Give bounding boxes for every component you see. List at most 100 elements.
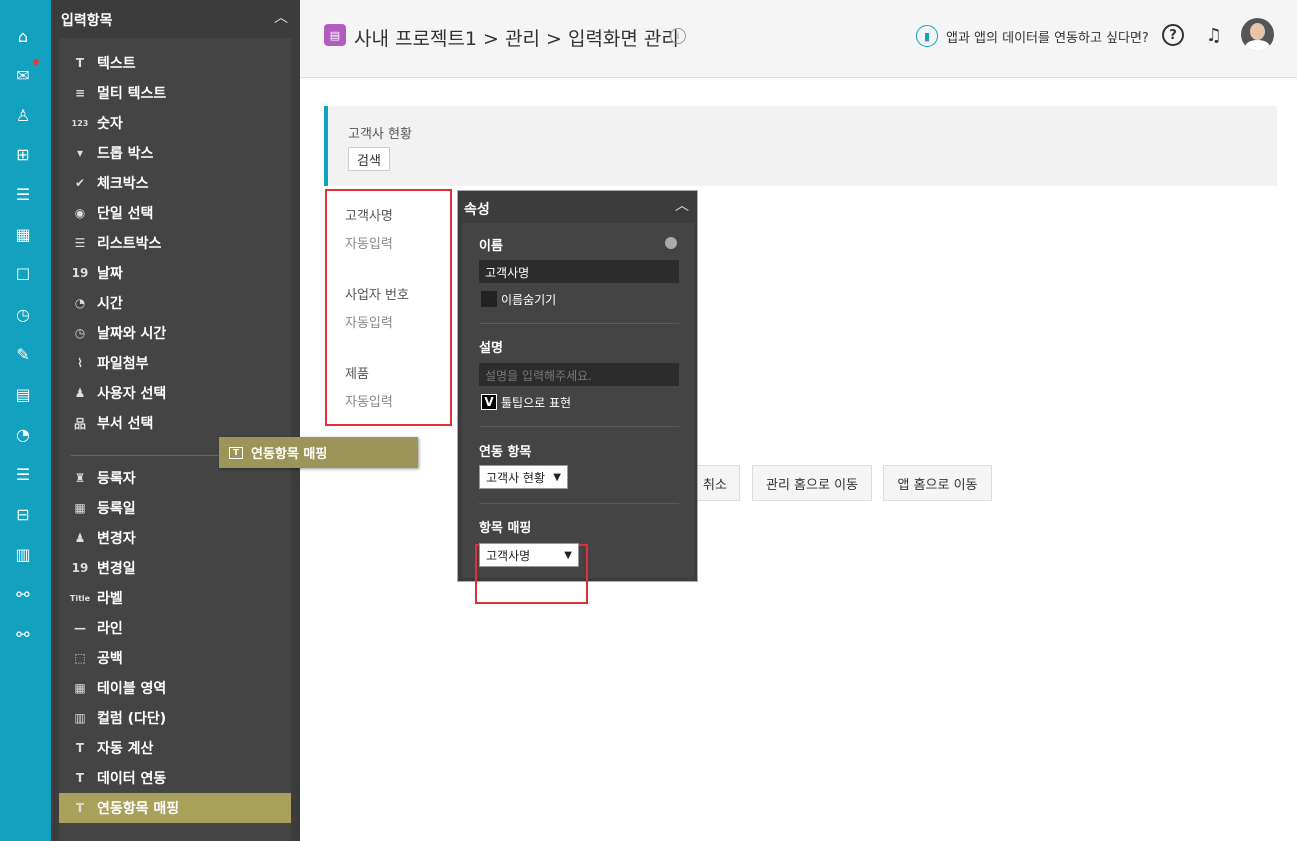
reg-date-icon: ▦ — [74, 501, 86, 515]
palette-item[interactable]: ▾ 드롭 박스 — [59, 138, 291, 168]
palette-item[interactable]: ≡ 멀티 텍스트 — [59, 78, 291, 108]
field-value[interactable]: 자동입력 — [345, 233, 393, 252]
checkbox-icon: ✔ — [74, 176, 86, 190]
bookmark-icon: ▮ — [916, 25, 938, 47]
data-link-icon: T — [75, 771, 85, 785]
briefcase-icon[interactable]: ⊟ — [12, 503, 34, 525]
palette-item[interactable]: ▥ 컬럼 (다단) — [59, 703, 291, 733]
columns-icon: ▥ — [74, 711, 86, 725]
palette-item[interactable]: 123 숫자 — [59, 108, 291, 138]
field-value[interactable]: 자동입력 — [345, 312, 393, 331]
home-icon[interactable]: ⌂ — [12, 25, 34, 47]
grid-icon[interactable]: ⊞ — [12, 143, 34, 165]
palette-item-label: 연동항목 매핑 — [97, 801, 180, 817]
palette-header[interactable]: 입력항목 ︿ — [51, 0, 300, 38]
field-label: 고객사명 — [345, 209, 393, 224]
palette-item[interactable]: ⬚ 공백 — [59, 643, 291, 673]
field-label: 제품 — [345, 367, 369, 382]
mail-icon[interactable]: ✉ — [12, 64, 34, 86]
calendar-icon[interactable]: ▦ — [12, 223, 34, 245]
help-icon[interactable]: ? — [1162, 24, 1184, 46]
list-icon[interactable]: ☰ — [12, 183, 34, 205]
status-dot-icon — [665, 237, 677, 249]
table-icon: ▦ — [74, 681, 86, 695]
avatar-face — [1250, 23, 1265, 40]
pie-chart-icon[interactable]: ◔ — [12, 423, 34, 445]
palette-item[interactable]: ▦ 테이블 영역 — [59, 673, 291, 703]
app-home-button[interactable]: 앱 홈으로 이동 — [883, 465, 992, 501]
chat-icon[interactable]: ☐ — [12, 263, 34, 285]
tooltip-checkbox[interactable]: V — [481, 394, 497, 410]
palette-item-label: 리스트박스 — [97, 236, 162, 252]
drag-ghost-mapping[interactable]: T 연동항목 매핑 — [219, 437, 418, 468]
link-item-label: 연동 항목 — [479, 445, 532, 460]
link-item-select[interactable]: 고객사 현황 ▼ — [479, 465, 568, 489]
properties-panel: 속성 ︿ 이름 고객사명 이름숨기기 설명 설명을 입력해주세요. V 툴팁으로… — [457, 190, 698, 604]
integration-help-link[interactable]: ▮ 앱과 앱의 데이터를 연동하고 싶다면? — [916, 24, 1149, 48]
palette-item-label: 등록자 — [97, 471, 136, 487]
palette-item[interactable]: T 자동 계산 — [59, 733, 291, 763]
mapped-fields-box[interactable]: 고객사명 자동입력 사업자 번호 자동입력 제품 자동입력 — [325, 189, 452, 426]
palette-item-label: 라인 — [97, 621, 123, 637]
document-icon[interactable]: ▤ — [12, 383, 34, 405]
palette-item-label: 등록일 — [97, 501, 136, 517]
palette-item[interactable]: ◉ 단일 선택 — [59, 198, 291, 228]
search-button[interactable]: 검색 — [348, 147, 390, 171]
hide-name-label: 이름숨기기 — [501, 293, 557, 307]
properties-header[interactable]: 속성 ︿ — [458, 191, 697, 223]
palette-item[interactable]: ◔ 시간 — [59, 288, 291, 318]
breadcrumb: 사내 프로젝트1 > 관리 > 입력화면 관리 — [354, 28, 679, 50]
palette-item[interactable]: 19 변경일 — [59, 553, 291, 583]
user-icon[interactable]: ♙ — [12, 104, 34, 126]
link-item-value: 고객사 현황 — [486, 470, 546, 485]
chevron-up-icon[interactable]: ︿ — [274, 7, 288, 27]
palette-item[interactable]: ♟ 사용자 선택 — [59, 378, 291, 408]
divider — [479, 323, 679, 324]
palette-item[interactable]: ☰ 리스트박스 — [59, 228, 291, 258]
avatar[interactable] — [1241, 18, 1274, 51]
link-icon[interactable]: ⚯ — [12, 583, 34, 605]
palette-item[interactable]: T 연동항목 매핑 — [59, 793, 291, 823]
integration-help-text: 앱과 앱의 데이터를 연동하고 싶다면? — [946, 30, 1149, 46]
name-input[interactable]: 고객사명 — [479, 260, 679, 283]
palette-item[interactable]: ⌇ 파일첨부 — [59, 348, 291, 378]
palette-title: 입력항목 — [61, 13, 113, 29]
link-icon-2[interactable]: ⚯ — [12, 623, 34, 645]
hide-name-checkbox[interactable] — [481, 291, 497, 307]
info-icon[interactable]: i — [670, 28, 686, 44]
mapping-select[interactable]: 고객사명 ▼ — [479, 543, 579, 567]
mod-date-icon: 19 — [71, 561, 89, 575]
palette-item[interactable]: — 라인 — [59, 613, 291, 643]
field-value[interactable]: 자동입력 — [345, 391, 393, 410]
drag-ghost-label: 연동항목 매핑 — [251, 447, 328, 462]
palette-item[interactable]: ✔ 체크박스 — [59, 168, 291, 198]
bell-icon[interactable]: ♫ — [1203, 24, 1225, 46]
description-input[interactable]: 설명을 입력해주세요. — [479, 363, 679, 386]
mapping-icon: T — [229, 446, 243, 459]
tooltip-label: 툴팁으로 표현 — [501, 396, 572, 410]
blank-icon: ⬚ — [74, 651, 86, 665]
palette-item[interactable]: Title 라벨 — [59, 583, 291, 613]
admin-home-button[interactable]: 관리 홈으로 이동 — [752, 465, 872, 501]
app-rail: ⌂ ✉ ♙ ⊞ ☰ ▦ ☐ ◷ ✎ ▤ ◔ ☰ ⊟ ▥ ⚯ ⚯ — [0, 0, 51, 841]
mapping-value: 고객사명 — [486, 548, 531, 563]
palette-item-label: 날짜와 시간 — [97, 326, 167, 342]
bookshelf-icon[interactable]: ▥ — [12, 543, 34, 565]
clock-icon[interactable]: ◷ — [12, 303, 34, 325]
palette-item[interactable]: 19 날짜 — [59, 258, 291, 288]
palette-item[interactable]: T 데이터 연동 — [59, 763, 291, 793]
palette-item[interactable]: ▦ 등록일 — [59, 493, 291, 523]
palette-item-label: 라벨 — [97, 591, 123, 607]
palette-item-label: 날짜 — [97, 266, 123, 282]
paperclip-icon: ⌇ — [77, 356, 83, 370]
palette-item[interactable]: T 텍스트 — [59, 48, 291, 78]
stack-icon[interactable]: ☰ — [12, 463, 34, 485]
palette-item[interactable]: ◷ 날짜와 시간 — [59, 318, 291, 348]
palette-item-label: 체크박스 — [97, 176, 149, 192]
palette-item[interactable]: ♟ 변경자 — [59, 523, 291, 553]
org-chart-icon: 品 — [73, 416, 86, 431]
edit-icon[interactable]: ✎ — [12, 343, 34, 365]
palette-item[interactable]: 品 부서 선택 — [59, 408, 291, 438]
chevron-up-icon[interactable]: ︿ — [675, 195, 689, 215]
mapping-icon: T — [75, 801, 85, 815]
